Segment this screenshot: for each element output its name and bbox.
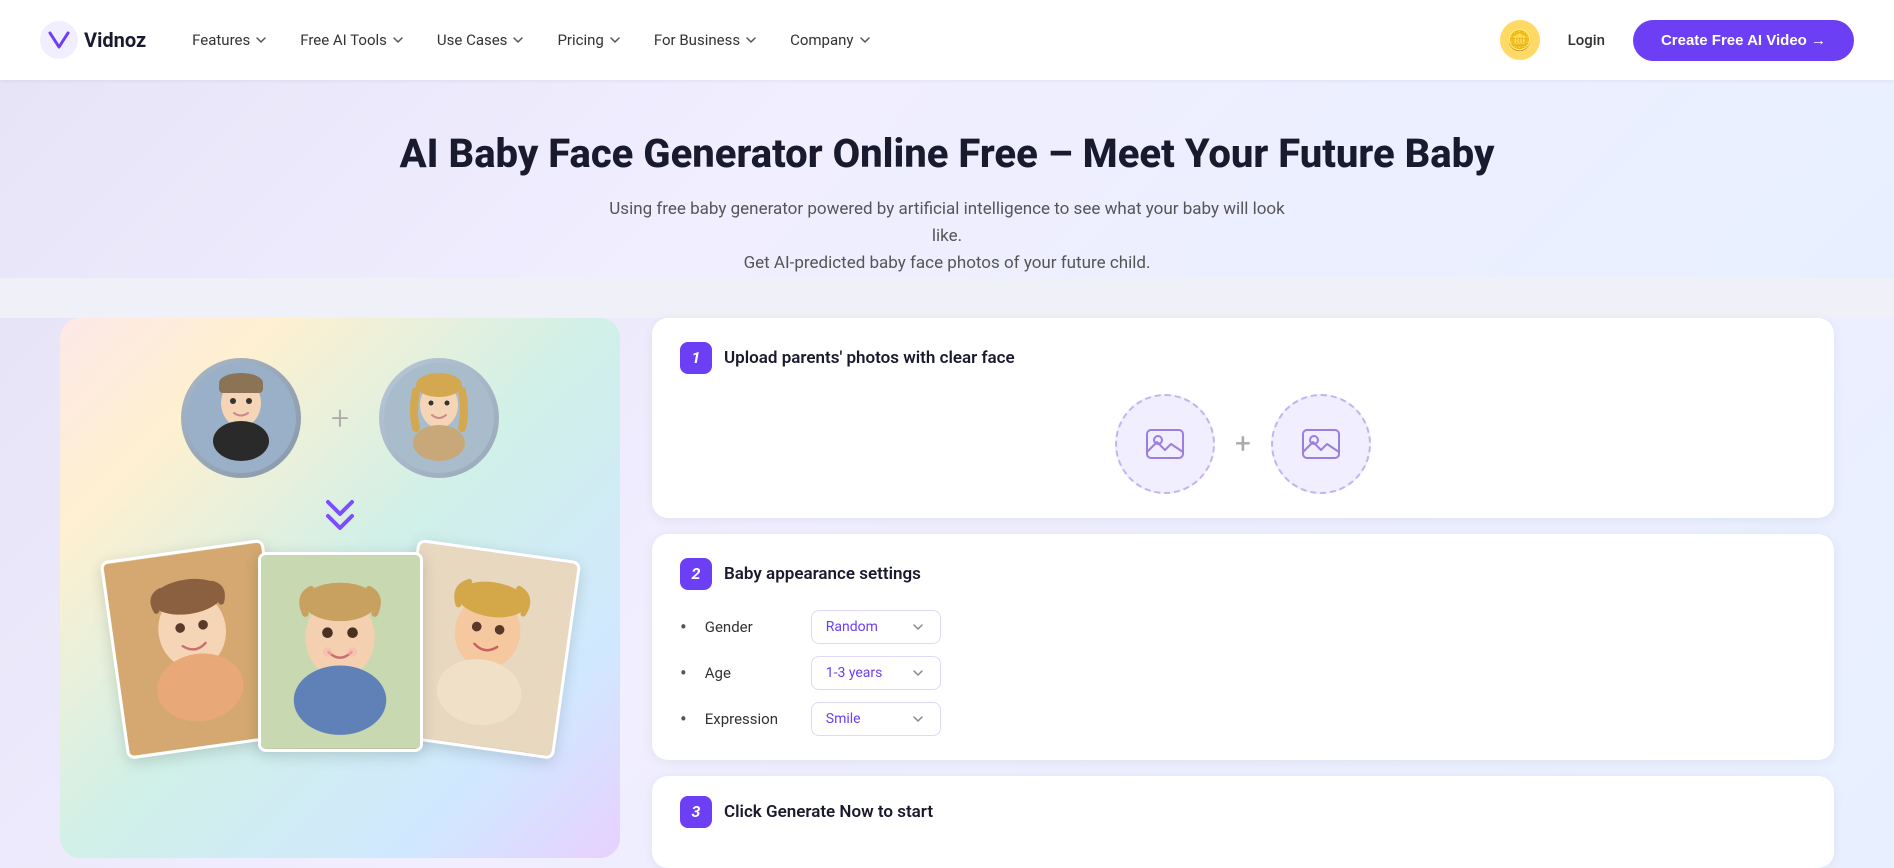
step-3-badge: 3 (680, 796, 712, 828)
nav-free-ai-tools[interactable]: Free AI Tools (286, 23, 419, 57)
chevron-down-icon (391, 33, 405, 47)
age-label: Age (705, 664, 795, 682)
step-1-badge: 1 (680, 342, 712, 374)
right-panel: 1 Upload parents' photos with clear face… (652, 318, 1834, 868)
step-2-header: 2 Baby appearance settings (680, 558, 1806, 590)
preview-card: + (60, 318, 620, 858)
step-2-card: 2 Baby appearance settings • Gender Rand… (652, 534, 1834, 760)
create-free-video-button[interactable]: Create Free AI Video → (1633, 20, 1854, 61)
nav-links: Features Free AI Tools Use Cases Pricing… (178, 23, 1468, 57)
nav-company[interactable]: Company (776, 23, 885, 57)
chevron-down-icon (744, 33, 758, 47)
upload-parent2-button[interactable] (1271, 394, 1371, 494)
step-2-badge: 2 (680, 558, 712, 590)
navbar: Vidnoz Features Free AI Tools Use Cases … (0, 0, 1894, 80)
baby-photo-2 (258, 552, 423, 752)
bullet-3: • (680, 707, 687, 731)
hero-section: AI Baby Face Generator Online Free – Mee… (0, 80, 1894, 278)
parents-row: + (181, 358, 499, 478)
step-3-card: 3 Click Generate Now to start (652, 776, 1834, 868)
nav-features[interactable]: Features (178, 23, 282, 57)
parents-plus-sign: + (331, 399, 349, 437)
parent-female-avatar (379, 358, 499, 478)
main-content: + (0, 318, 1894, 868)
step-1-card: 1 Upload parents' photos with clear face… (652, 318, 1834, 518)
hero-title: AI Baby Face Generator Online Free – Mee… (60, 130, 1834, 178)
brand-name: Vidnoz (84, 28, 146, 52)
upload-row: + (680, 394, 1806, 494)
select-chevron-icon (910, 619, 926, 635)
hero-subtitle: Using free baby generator powered by art… (597, 196, 1297, 278)
login-button[interactable]: Login (1556, 23, 1617, 57)
upload-plus-sign: + (1235, 427, 1251, 460)
step-3-title: Click Generate Now to start (724, 802, 933, 822)
bullet-2: • (680, 661, 687, 685)
select-chevron-icon (910, 665, 926, 681)
image-upload-icon (1299, 422, 1343, 466)
expression-setting-row: • Expression Smile (680, 702, 1806, 736)
nav-right: 🪙 Login Create Free AI Video → (1500, 20, 1854, 61)
step-1-title: Upload parents' photos with clear face (724, 348, 1015, 368)
image-upload-icon (1143, 422, 1187, 466)
chevron-down-icon (608, 33, 622, 47)
gender-label: Gender (705, 618, 795, 636)
parent-male-avatar (181, 358, 301, 478)
brand-logo[interactable]: Vidnoz (40, 21, 146, 59)
expression-select[interactable]: Smile (811, 702, 941, 736)
chevron-down-icon (511, 33, 525, 47)
nav-use-cases[interactable]: Use Cases (423, 23, 540, 57)
age-setting-row: • Age 1-3 years (680, 656, 1806, 690)
nav-pricing[interactable]: Pricing (543, 23, 635, 57)
upload-parent1-button[interactable] (1115, 394, 1215, 494)
gender-select[interactable]: Random (811, 610, 941, 644)
chevron-down-icon (858, 33, 872, 47)
nav-for-business[interactable]: For Business (640, 23, 772, 57)
double-chevron-icon (320, 498, 360, 542)
step-3-header: 3 Click Generate Now to start (680, 796, 1806, 828)
coin-badge[interactable]: 🪙 (1500, 20, 1540, 60)
select-chevron-icon (910, 711, 926, 727)
gender-setting-row: • Gender Random (680, 610, 1806, 644)
chevron-down-icon (254, 33, 268, 47)
step-2-title: Baby appearance settings (724, 564, 921, 584)
age-select[interactable]: 1-3 years (811, 656, 941, 690)
expression-label: Expression (705, 710, 795, 728)
bullet-1: • (680, 615, 687, 639)
step-1-header: 1 Upload parents' photos with clear face (680, 342, 1806, 374)
baby-photos-row (90, 552, 590, 752)
